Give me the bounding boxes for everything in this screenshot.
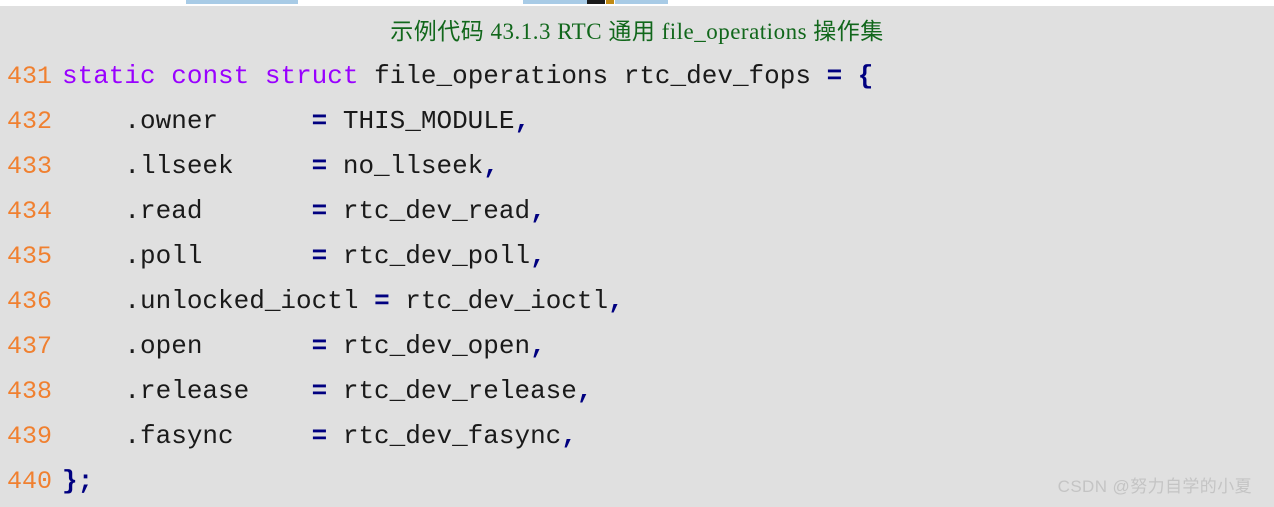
- screenshot-root: 示例代码 43.1.3 RTC 通用 file_operations 操作集 4…: [0, 0, 1274, 507]
- line-number: 436: [7, 287, 53, 316]
- code-token-operator: =: [311, 421, 328, 451]
- code-line: 436 .unlocked_ioctl = rtc_dev_ioctl,: [0, 279, 1274, 324]
- code-line: 431 static const struct file_operations r…: [0, 54, 1274, 99]
- code-token-identifier: rtc_dev_poll: [327, 241, 531, 271]
- code-token-punctuation: ,: [561, 421, 577, 451]
- code-line: 433 .llseek = no_llseek,: [0, 144, 1274, 189]
- line-number: 438: [7, 377, 53, 406]
- code-token-keyword: static: [62, 61, 156, 91]
- code-token-identifier: rtc_dev_fasync: [327, 421, 562, 451]
- line-number: 435: [7, 242, 53, 271]
- code-token-identifier: .unlocked_ioctl: [62, 286, 375, 316]
- code-block: 示例代码 43.1.3 RTC 通用 file_operations 操作集 4…: [0, 6, 1274, 507]
- code-token-punctuation: };: [62, 466, 94, 496]
- code-line: 438 .release = rtc_dev_release,: [0, 369, 1274, 414]
- code-token-identifier: rtc_dev_release: [327, 376, 577, 406]
- code-token-operator: =: [311, 106, 328, 136]
- code-token-punctuation: ,: [576, 376, 593, 406]
- csdn-watermark: CSDN @努力自学的小夏: [1057, 477, 1252, 496]
- code-token-identifier: rtc_dev_read: [327, 196, 531, 226]
- code-token-identifier: no_llseek: [327, 151, 484, 181]
- line-number: 440: [7, 467, 53, 496]
- code-token-identifier: .read: [62, 196, 312, 226]
- code-token-identifier: .llseek: [62, 151, 312, 181]
- line-number: 433: [7, 152, 53, 181]
- code-token-identifier: .open: [62, 331, 312, 361]
- selection-highlight-bar: [523, 0, 587, 4]
- code-token-identifier: file_operations rtc_dev_fops: [358, 61, 827, 91]
- code-token-keyword: struct: [264, 61, 359, 91]
- code-token-identifier: .poll: [62, 241, 312, 271]
- line-number: 437: [7, 332, 53, 361]
- code-token-operator: =: [311, 376, 328, 406]
- code-token-identifier: rtc_dev_ioctl: [389, 286, 609, 316]
- code-token-operator: =: [374, 286, 390, 316]
- code-token-punctuation: ,: [483, 151, 499, 181]
- code-token-punctuation: ,: [530, 331, 546, 361]
- code-token-identifier: THIS_MODULE: [327, 106, 515, 136]
- code-token-punctuation: ,: [608, 286, 624, 316]
- code-token-identifier: .release: [62, 376, 312, 406]
- code-token-identifier: rtc_dev_open: [327, 331, 531, 361]
- code-token-operator: =: [311, 241, 328, 271]
- code-listing-title: 示例代码 43.1.3 RTC 通用 file_operations 操作集: [390, 19, 884, 44]
- code-token-punctuation: ,: [530, 241, 546, 271]
- code-token-identifier: .fasync: [62, 421, 312, 451]
- line-number: 432: [7, 107, 53, 136]
- line-number: 434: [7, 197, 53, 226]
- selection-highlight-bar: [186, 0, 298, 4]
- clipped-text-artifact: [606, 0, 614, 4]
- code-line: 434 .read = rtc_dev_read,: [0, 189, 1274, 234]
- code-token-operator: =: [311, 331, 328, 361]
- code-lines-container: 431 static const struct file_operations r…: [0, 54, 1274, 504]
- code-token-punctuation: {: [857, 61, 874, 91]
- code-line: 432 .owner = THIS_MODULE,: [0, 99, 1274, 144]
- code-token-punctuation: ,: [514, 106, 531, 136]
- code-line: 437 .open = rtc_dev_open,: [0, 324, 1274, 369]
- code-token-punctuation: ,: [530, 196, 546, 226]
- code-token-identifier: .owner: [62, 106, 312, 136]
- code-token-operator: =: [311, 151, 328, 181]
- selection-highlight-bar: [615, 0, 668, 4]
- line-number: 439: [7, 422, 53, 451]
- code-line: 439 .fasync = rtc_dev_fasync,: [0, 414, 1274, 459]
- clipped-text-artifact: [587, 0, 605, 4]
- code-line: 435 .poll = rtc_dev_poll,: [0, 234, 1274, 279]
- line-number: 431: [7, 62, 53, 91]
- code-token-operator: =: [311, 196, 328, 226]
- code-token-keyword: const: [171, 61, 250, 91]
- code-token-operator: =: [826, 61, 843, 91]
